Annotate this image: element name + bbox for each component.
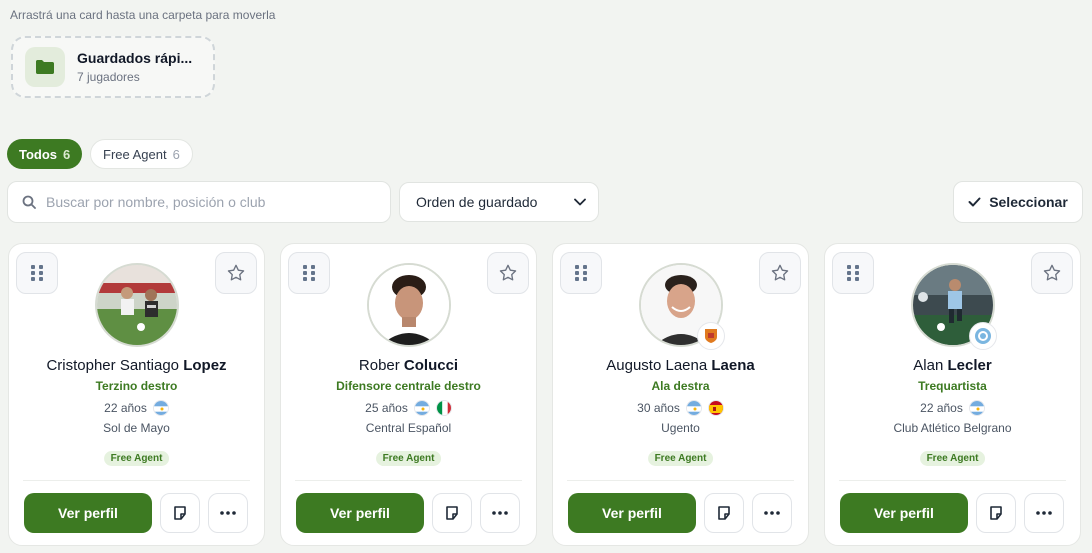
divider [567,480,794,481]
filter-free-agent-label: Free Agent [103,146,167,162]
folder-quick-saved[interactable]: Guardados rápi... 7 jugadores [11,36,215,98]
player-age: 25 años [365,401,408,415]
player-club: Ugento [661,421,700,435]
player-name: Augusto Laena Laena [606,357,755,374]
divider [295,480,522,481]
club-crest-icon [697,322,725,350]
player-card[interactable]: Alan Lecler Trequartista 22 años Club At… [824,243,1081,546]
drag-handle-icon[interactable] [16,252,58,294]
divider [839,480,1066,481]
search-placeholder: Buscar por nombre, posición o club [46,194,266,210]
player-card[interactable]: Rober Colucci Difensore centrale destro … [280,243,537,546]
note-icon[interactable] [704,493,744,533]
player-club: Sol de Mayo [103,421,170,435]
player-name: Cristopher Santiago Lopez [46,357,227,374]
filter-all-count: 6 [63,146,71,162]
divider [23,480,250,481]
player-position: Trequartista [918,379,987,393]
player-card[interactable]: Cristopher Santiago Lopez Terzino destro… [8,243,265,546]
more-options-icon[interactable] [208,493,248,533]
argentina-flag-icon [685,400,702,416]
note-icon[interactable] [976,493,1016,533]
player-meta: 22 años [825,400,1080,416]
player-age: 22 años [920,401,963,415]
status-badge: Free Agent [647,451,714,466]
drag-handle-icon[interactable] [288,252,330,294]
chevron-down-icon [574,198,586,206]
player-club: Club Atlético Belgrano [893,421,1012,435]
more-options-icon[interactable] [480,493,520,533]
select-button[interactable]: Seleccionar [953,181,1083,223]
sort-select[interactable]: Orden de guardado [399,182,599,222]
view-profile-button[interactable]: Ver perfil [296,493,424,533]
player-age: 30 años [637,401,680,415]
select-label: Seleccionar [989,194,1068,210]
player-card[interactable]: Augusto Laena Laena Ala destra 30 años U… [552,243,809,546]
note-icon[interactable] [432,493,472,533]
club-crest-icon [969,322,997,350]
spain-flag-icon [707,400,724,416]
note-icon[interactable] [160,493,200,533]
italy-flag-icon [435,400,452,416]
argentina-flag-icon [968,400,985,416]
star-icon[interactable] [759,252,801,294]
folder-name: Guardados rápi... [77,50,193,66]
player-meta: 30 años [553,400,808,416]
status-badge: Free Agent [103,451,170,466]
filter-free-agent-count: 6 [172,146,180,162]
view-profile-button[interactable]: Ver perfil [568,493,696,533]
status-badge: Free Agent [919,451,986,466]
status-badge: Free Agent [375,451,442,466]
star-icon[interactable] [215,252,257,294]
search-input[interactable]: Buscar por nombre, posición o club [7,181,391,223]
player-position: Terzino destro [95,379,178,393]
more-options-icon[interactable] [1024,493,1064,533]
folder-count: 7 jugadores [77,70,140,84]
drag-handle-icon[interactable] [832,252,874,294]
player-meta: 25 años [281,400,536,416]
drag-hint: Arrastrá una card hasta una carpeta para… [10,8,276,22]
drag-handle-icon[interactable] [560,252,602,294]
search-icon [22,195,36,209]
star-icon[interactable] [1031,252,1073,294]
filter-all-label: Todos [19,146,58,162]
filter-free-agent[interactable]: Free Agent 6 [90,139,193,169]
player-name: Alan Lecler [913,357,992,374]
player-age: 22 años [104,401,147,415]
player-position: Ala destra [651,379,710,393]
argentina-flag-icon [152,400,169,416]
filter-all[interactable]: Todos 6 [7,139,83,169]
star-icon[interactable] [487,252,529,294]
check-icon [968,197,981,207]
player-club: Central Español [365,421,452,435]
view-profile-button[interactable]: Ver perfil [24,493,152,533]
player-meta: 22 años [9,400,264,416]
sort-value: Orden de guardado [416,194,538,210]
player-position: Difensore centrale destro [336,379,481,393]
avatar [367,263,451,347]
view-profile-button[interactable]: Ver perfil [840,493,968,533]
player-name: Rober Colucci [358,357,459,374]
argentina-flag-icon [413,400,430,416]
folder-icon [25,47,65,87]
more-options-icon[interactable] [752,493,792,533]
avatar [95,263,179,347]
